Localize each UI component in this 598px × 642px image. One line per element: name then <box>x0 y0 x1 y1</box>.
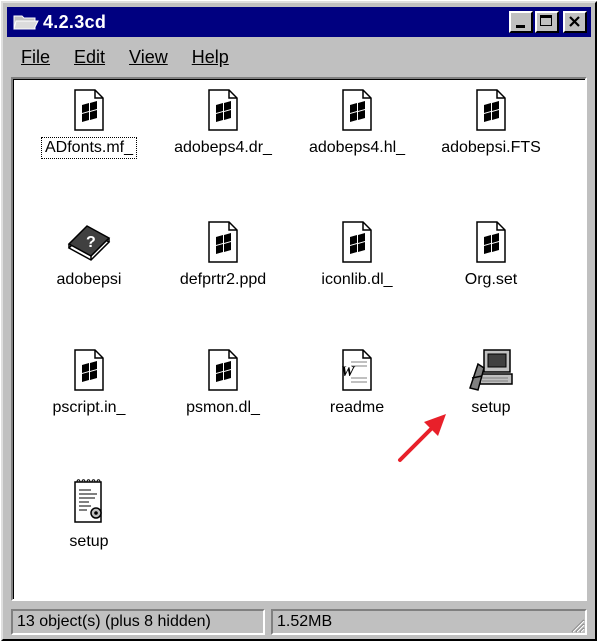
menu-help-label: Help <box>191 46 229 67</box>
close-icon <box>569 16 580 27</box>
menu-edit[interactable]: Edit <box>70 45 109 70</box>
menu-file-label: File <box>21 46 51 67</box>
menu-edit-label: Edit <box>74 46 106 67</box>
status-bar: 13 object(s) (plus 8 hidden) 1.52MB <box>11 609 587 637</box>
status-size: 1.52MB <box>277 613 333 630</box>
menu-view-label: View <box>129 46 168 67</box>
maximize-button[interactable] <box>535 11 559 33</box>
annotation-arrow <box>398 414 446 462</box>
resize-grip-icon[interactable] <box>567 615 585 633</box>
minimize-button[interactable] <box>509 11 533 33</box>
folder-open-icon <box>13 15 39 30</box>
menu-view[interactable]: View <box>125 45 172 70</box>
status-objects: 13 object(s) (plus 8 hidden) <box>11 609 265 635</box>
maximize-icon <box>540 15 552 26</box>
explorer-window: 4.2.3cd File Edit View Help ADfonts.mf_ … <box>1 1 597 641</box>
title-bar[interactable]: 4.2.3cd <box>7 7 591 37</box>
window-title: 4.2.3cd <box>43 11 107 32</box>
minimize-icon <box>516 25 525 28</box>
menu-file[interactable]: File <box>17 45 54 70</box>
file-view[interactable]: ADfonts.mf_ adobeps4.dr_ adobeps4.hl_ ad… <box>11 77 587 601</box>
status-size-panel: 1.52MB <box>271 609 587 635</box>
close-button[interactable] <box>563 11 587 33</box>
menu-bar: File Edit View Help <box>7 41 591 73</box>
menu-help[interactable]: Help <box>188 45 233 70</box>
